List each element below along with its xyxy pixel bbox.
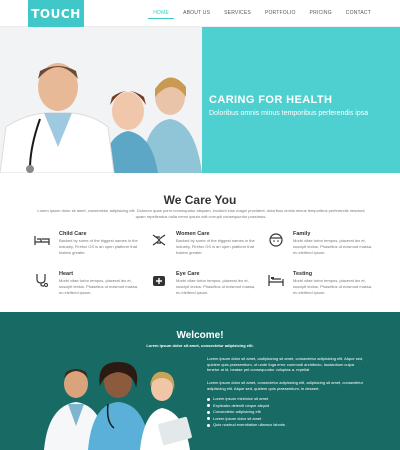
stethoscope-icon bbox=[34, 273, 50, 287]
feature-title: Heart bbox=[59, 271, 74, 277]
feature-text: Morbi vitae tortor tempus, placerat leo … bbox=[176, 278, 256, 295]
feature-title: Family bbox=[293, 231, 311, 237]
main-nav: HOME ABOUT US SERVICES PORTFOLIO PRICING… bbox=[144, 8, 376, 19]
feature-child-care: Child Care Backed by some of the biggest… bbox=[34, 231, 144, 271]
nurse-icon bbox=[268, 233, 284, 247]
feature-text: Backed by some of the biggest names in t… bbox=[176, 238, 255, 255]
feature-text: Morbi vitae tortor tempus, placerat leo … bbox=[293, 238, 373, 255]
feature-family: Family Morbi vitae tortor tempus, placer… bbox=[268, 231, 378, 271]
section-description: Lorem ipsum dolor sit amet, consectetur … bbox=[37, 208, 365, 219]
list-item: Quis nostrud exercitation ullamco labori… bbox=[207, 422, 367, 429]
hospital-bed-icon bbox=[268, 273, 284, 287]
bed-icon bbox=[34, 233, 50, 247]
welcome-paragraph-2: Lorem ipsum dolor sit amet, consectetur … bbox=[207, 380, 364, 391]
feature-eye-care: Eye Care Morbi vitae tortor tempus, plac… bbox=[151, 271, 261, 311]
section-title: We Care You bbox=[163, 193, 237, 207]
feature-title: Child Care bbox=[59, 231, 87, 237]
feature-title: Eye Care bbox=[176, 271, 200, 277]
dna-icon bbox=[151, 233, 167, 247]
feature-women-care: Women Care Backed by some of the biggest… bbox=[151, 231, 261, 271]
hero-subtitle: Doloribus omnis minus temporibus perfere… bbox=[209, 110, 369, 117]
nav-services[interactable]: SERVICES bbox=[219, 8, 256, 19]
welcome-section: Welcome! Lorem ipsum dolor sit amet, con… bbox=[0, 312, 400, 450]
nav-contact[interactable]: CONTACT bbox=[341, 8, 376, 19]
welcome-list: Lorem ipsum minimice sit amet Explicabo … bbox=[207, 396, 367, 429]
welcome-doctors-photo bbox=[30, 356, 200, 450]
feature-text: Morbi vitae tortor tempus, placerat leo … bbox=[293, 278, 373, 295]
welcome-title: Welcome! bbox=[176, 330, 224, 341]
hero-doctors-photo bbox=[0, 27, 202, 173]
nav-about-us[interactable]: ABOUT US bbox=[178, 8, 215, 19]
nav-portfolio[interactable]: PORTFOLIO bbox=[260, 8, 301, 19]
feature-text: Morbi vitae tortor tempus, placerat leo … bbox=[59, 278, 139, 295]
site-header: TOUCH HOME ABOUT US SERVICES PORTFOLIO P… bbox=[0, 0, 400, 35]
welcome-subtitle: Lorem ipsum dolor sit amet, consectetur … bbox=[146, 343, 254, 348]
welcome-paragraph-1: Lorem ipsum dolor sit amet, cadipisicing… bbox=[207, 356, 364, 373]
first-aid-icon bbox=[151, 273, 167, 287]
feature-title: Women Care bbox=[176, 231, 210, 237]
feature-title: Testing bbox=[293, 271, 313, 277]
feature-text: Backed by some of the biggest names in t… bbox=[59, 238, 138, 255]
nav-home[interactable]: HOME bbox=[148, 8, 175, 19]
feature-testing: Testing Morbi vitae tortor tempus, place… bbox=[268, 271, 378, 311]
feature-heart: Heart Morbi vitae tortor tempus, placera… bbox=[34, 271, 144, 311]
nav-pricing[interactable]: PRICING bbox=[305, 8, 337, 19]
hero-title: CARING FOR HEALTH bbox=[209, 94, 333, 106]
hero-banner bbox=[0, 27, 400, 173]
